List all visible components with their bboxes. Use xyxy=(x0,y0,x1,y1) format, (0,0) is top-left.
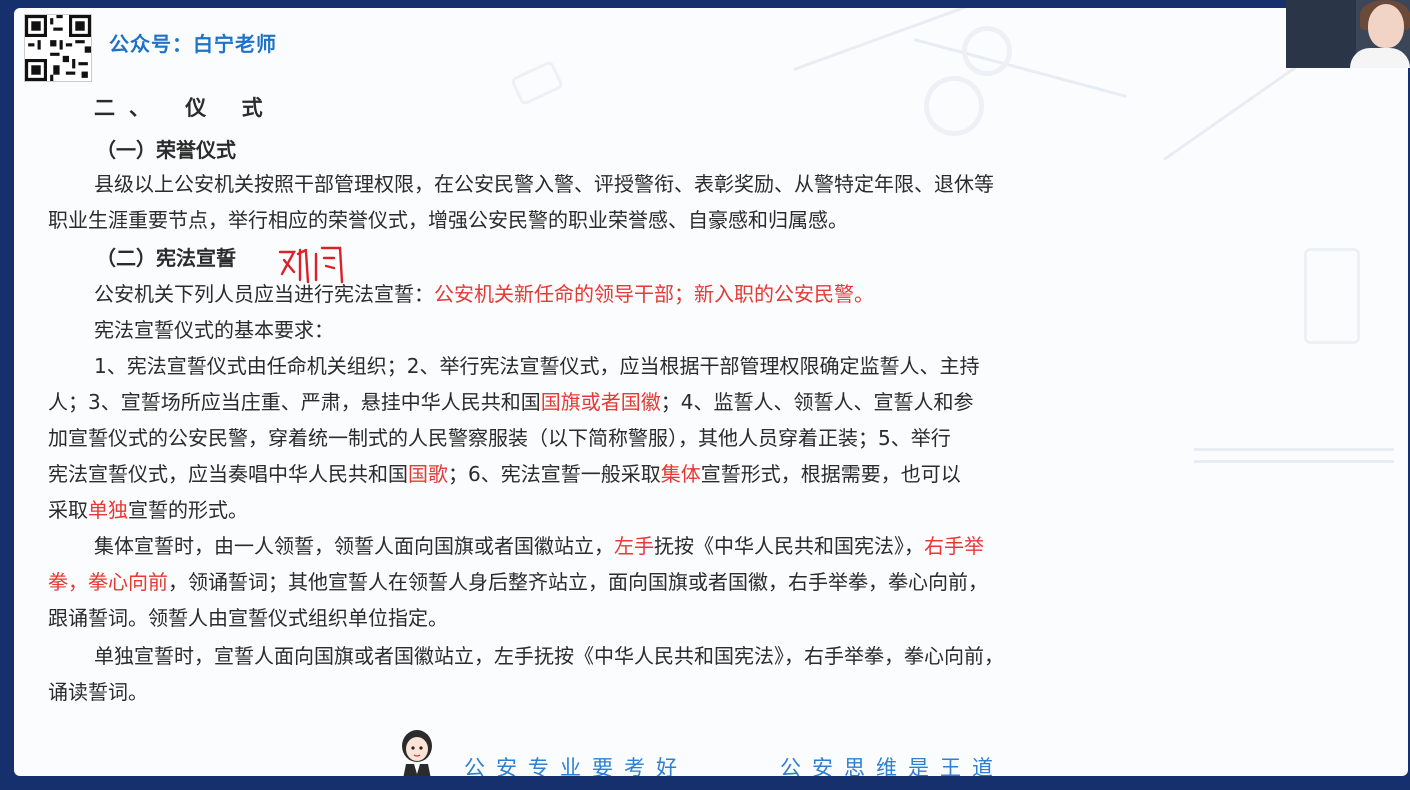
brand-label: 公众号：白宁老师 xyxy=(109,32,277,56)
paragraph-line: 职业生涯重要节点，举行相应的荣誉仪式，增强公安民警的职业荣誉感、自豪感和归属感。 xyxy=(48,208,848,232)
highlight-text: 国歌 xyxy=(408,462,448,486)
footer: 公安专业要考好 公安思维是王道 xyxy=(394,728,1094,776)
text-span: 抚按《中华人民共和国宪法》， xyxy=(654,534,924,558)
qr-code-icon xyxy=(24,14,92,82)
paragraph-line: 拳，拳心向前，领诵誓词；其他宣誓人在领誓人身后整齐站立，面向国旗或者国徽，右手举… xyxy=(48,564,988,600)
text-span: 宣誓形式，根据需要，也可以 xyxy=(700,462,961,486)
paragraph-line: 县级以上公安机关按照干部管理权限，在公安民警入警、评授警衔、表彰奖励、从警特定年… xyxy=(94,172,994,196)
text-span: 人；3、宣誓场所应当庄重、严肃，悬挂中华人民共和国 xyxy=(48,390,541,414)
paragraph-line: 跟诵誓词。领誓人由宣誓仪式组织单位指定。 xyxy=(48,606,448,630)
slogan-left: 公安专业要考好 xyxy=(464,756,688,776)
handwritten-annotation: 对门 xyxy=(278,246,344,284)
paragraph-line: 采取单独宣誓的形式。 xyxy=(48,492,248,528)
slide: 公众号：白宁老师 二、 仪 式 （一）荣誉仪式 县级以上公安机关按照干部管理权限… xyxy=(14,8,1408,776)
paragraph-line: 集体宣誓时，由一人领誓，领誓人面向国旗或者国徽站立，左手抚按《中华人民共和国宪法… xyxy=(94,528,984,564)
paragraph-line: 诵读誓词。 xyxy=(48,680,148,704)
highlight-text: 单独 xyxy=(88,498,128,522)
highlight-text: 国旗或者国徽 xyxy=(540,390,661,414)
highlight-text: 右手举 xyxy=(924,534,984,558)
paragraph-line: 宪法宣誓仪式的基本要求： xyxy=(94,318,334,342)
text-span: 采取 xyxy=(48,498,88,522)
subsection-title-honor: （一）荣誉仪式 xyxy=(96,138,236,162)
text-span: 宪法宣誓仪式，应当奏唱中华人民共和国 xyxy=(48,462,408,486)
paragraph-line: 宪法宣誓仪式，应当奏唱中华人民共和国国歌；6、宪法宣誓一般采取集体宣誓形式，根据… xyxy=(48,456,961,492)
text-span: ；6、宪法宣誓一般采取 xyxy=(448,462,661,486)
paragraph-line: 人；3、宣誓场所应当庄重、严肃，悬挂中华人民共和国国旗或者国徽；4、监誓人、领誓… xyxy=(48,384,973,420)
text-span: 宣誓的形式。 xyxy=(128,498,248,522)
text-span: ，领诵誓词；其他宣誓人在领誓人身后整齐站立，面向国旗或者国徽，右手举拳，拳心向前… xyxy=(168,570,988,594)
section-title: 二、 仪 式 xyxy=(94,96,277,120)
paragraph-line: 1、宪法宣誓仪式由任命机关组织；2、举行宪法宣誓仪式，应当根据干部管理权限确定监… xyxy=(94,354,980,378)
cartoon-teacher-avatar xyxy=(402,730,432,776)
text-span: 公安机关下列人员应当进行宪法宣誓： xyxy=(94,282,434,306)
paragraph-line: 单独宣誓时，宣誓人面向国旗或者国徽站立，左手抚按《中华人民共和国宪法》，右手举拳… xyxy=(94,644,1004,668)
highlight-text: 集体 xyxy=(660,462,701,486)
paragraph-line: 加宣誓仪式的公安民警，穿着统一制式的人民警察服装（以下简称警服），其他人员穿着正… xyxy=(48,426,951,450)
text-span: 集体宣誓时，由一人领誓，领誓人面向国旗或者国徽站立， xyxy=(94,534,614,558)
subsection-title-oath: （二）宪法宣誓 xyxy=(96,246,236,270)
slogan-right: 公安思维是王道 xyxy=(780,756,1004,776)
highlight-text: 拳，拳心向前 xyxy=(48,570,168,594)
text-span: ；4、监誓人、领誓人、宣誓人和参 xyxy=(660,390,974,414)
highlight-text: 左手 xyxy=(614,534,654,558)
presenter-webcam xyxy=(1286,0,1410,68)
paragraph-line: 公安机关下列人员应当进行宪法宣誓：公安机关新任命的领导干部；新入职的公安民警。 xyxy=(94,276,874,312)
highlight-text: 公安机关新任命的领导干部；新入职的公安民警。 xyxy=(434,282,874,306)
